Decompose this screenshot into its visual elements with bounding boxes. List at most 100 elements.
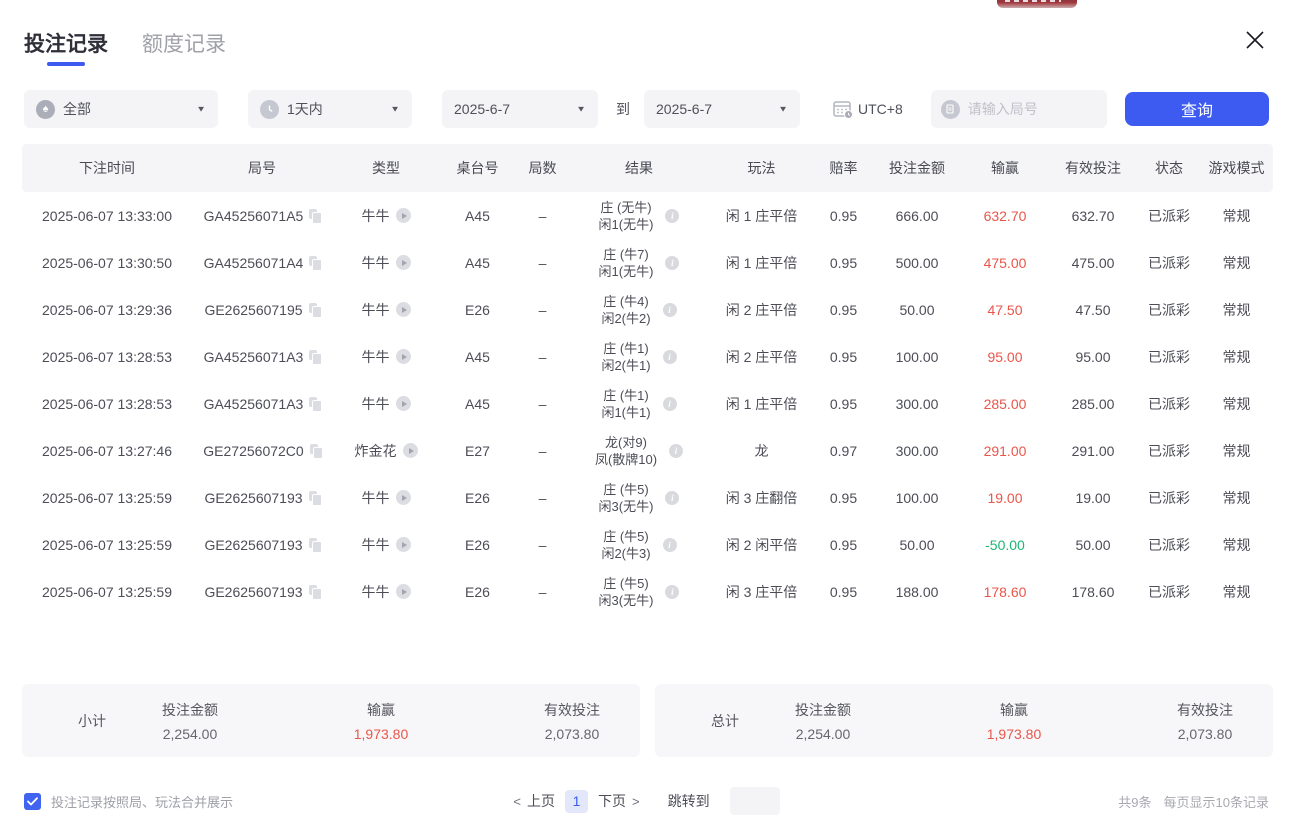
info-icon[interactable]: i — [665, 585, 679, 599]
jump-page-input[interactable] — [730, 787, 780, 815]
merge-checkbox[interactable] — [24, 793, 41, 810]
game-type-value: 牛牛 — [362, 300, 390, 320]
info-icon[interactable]: i — [663, 397, 677, 411]
bet-amount-cell: 300.00 — [872, 443, 962, 459]
result-text: 庄 (牛1) 闲2(牛1) — [601, 340, 650, 374]
game-type-value: 牛牛 — [362, 582, 390, 602]
round-id-cell: GE27256072C0 — [192, 443, 332, 459]
game-type-select[interactable]: ♠ 全部 ▼ — [24, 90, 218, 128]
game-type-value: 牛牛 — [362, 253, 390, 273]
current-page-button[interactable]: 1 — [565, 790, 588, 813]
bet-amount-cell: 188.00 — [872, 584, 962, 600]
result-cell: 庄 (牛4) 闲2(牛2) i — [570, 293, 708, 327]
game-type-value: 牛牛 — [362, 206, 390, 226]
win-loss-cell: 19.00 — [962, 490, 1048, 506]
copy-icon[interactable] — [309, 256, 320, 269]
col-header-round-id: 局号 — [192, 158, 332, 178]
game-type-cell: 牛牛 — [332, 206, 440, 226]
win-loss-value: 178.60 — [984, 584, 1027, 600]
play-video-icon[interactable] — [396, 537, 411, 552]
date-to-label: 到 — [616, 99, 630, 119]
play-video-icon[interactable] — [396, 302, 411, 317]
round-id-cell: GE2625607193 — [192, 490, 332, 506]
next-page-button[interactable]: 下页 > — [598, 791, 640, 811]
info-icon[interactable]: i — [663, 350, 677, 364]
copy-icon[interactable] — [309, 397, 320, 410]
clock-icon — [260, 100, 279, 119]
copy-icon[interactable] — [309, 350, 320, 363]
game-mode-cell: 常规 — [1200, 394, 1273, 414]
date-to-select[interactable]: 2025-6-7 ▼ — [644, 90, 800, 128]
info-icon[interactable]: i — [663, 538, 677, 552]
stat-value: 2,073.80 — [1177, 726, 1233, 742]
win-loss-cell: 291.00 — [962, 443, 1048, 459]
play-video-icon[interactable] — [403, 443, 418, 458]
win-loss-value: 632.70 — [984, 208, 1027, 224]
play-video-icon[interactable] — [396, 490, 411, 505]
round-id-cell: GA45256071A3 — [192, 396, 332, 412]
spade-icon: ♠ — [36, 100, 55, 119]
play-video-icon[interactable] — [396, 208, 411, 223]
date-from-select[interactable]: 2025-6-7 ▼ — [442, 90, 598, 128]
info-icon[interactable]: i — [665, 209, 679, 223]
prev-page-button[interactable]: < 上页 — [513, 791, 555, 811]
play-video-icon[interactable] — [396, 396, 411, 411]
result-text: 庄 (牛7) 闲1(无牛) — [599, 246, 654, 280]
rounds-cell: – — [515, 490, 570, 506]
date-from-value: 2025-6-7 — [454, 101, 510, 117]
odds-cell: 0.95 — [815, 302, 872, 318]
game-type-value: 牛牛 — [362, 488, 390, 508]
play-video-icon[interactable] — [396, 584, 411, 599]
valid-bet-cell: 291.00 — [1048, 443, 1138, 459]
odds-cell: 0.95 — [815, 396, 872, 412]
play-video-icon[interactable] — [396, 255, 411, 270]
round-number-input[interactable] — [968, 101, 1097, 117]
win-loss-value: 285.00 — [984, 396, 1027, 412]
table-no-cell: E26 — [440, 302, 515, 318]
table-row: 2025-06-07 13:27:46 GE27256072C0 炸金花 E27… — [22, 427, 1273, 474]
copy-icon[interactable] — [309, 209, 320, 222]
round-id-cell: GA45256071A3 — [192, 349, 332, 365]
prev-arrow-icon: < — [513, 794, 521, 809]
close-button[interactable] — [1241, 26, 1269, 54]
copy-icon[interactable] — [309, 491, 320, 504]
stat-value: 1,973.80 — [987, 726, 1042, 742]
copy-icon[interactable] — [309, 538, 320, 551]
table-row: 2025-06-07 13:28:53 GA45256071A3 牛牛 A45 … — [22, 380, 1273, 427]
game-mode-cell: 常规 — [1200, 253, 1273, 273]
copy-icon[interactable] — [309, 303, 320, 316]
game-type-cell: 牛牛 — [332, 535, 440, 555]
tab-quota-records[interactable]: 额度记录 — [142, 28, 226, 68]
result-cell: 庄 (牛1) 闲2(牛1) i — [570, 340, 708, 374]
round-id-cell: GA45256071A5 — [192, 208, 332, 224]
round-id-value: GA45256071A3 — [204, 396, 304, 412]
table-no-cell: A45 — [440, 396, 515, 412]
info-icon[interactable]: i — [665, 256, 679, 270]
tab-bet-records[interactable]: 投注记录 — [24, 28, 108, 68]
valid-bet-cell: 95.00 — [1048, 349, 1138, 365]
game-type-cell: 牛牛 — [332, 300, 440, 320]
merge-checkbox-label: 投注记录按照局、玩法合并展示 — [51, 792, 233, 811]
play-video-icon[interactable] — [396, 349, 411, 364]
info-icon[interactable]: i — [669, 444, 683, 458]
chevron-down-icon: ▼ — [390, 105, 400, 114]
check-icon — [27, 797, 38, 806]
win-loss-cell: 95.00 — [962, 349, 1048, 365]
info-icon[interactable]: i — [665, 491, 679, 505]
time-range-select[interactable]: 1天内 ▼ — [248, 90, 412, 128]
search-button[interactable]: 查询 — [1125, 92, 1269, 126]
result-text: 庄 (牛4) 闲2(牛2) — [601, 293, 650, 327]
round-number-field — [931, 90, 1107, 128]
copy-icon[interactable] — [309, 585, 320, 598]
copy-icon[interactable] — [310, 444, 321, 457]
result-text: 庄 (无牛) 闲1(无牛) — [599, 199, 654, 233]
game-type-cell: 牛牛 — [332, 488, 440, 508]
win-loss-value: 475.00 — [984, 255, 1027, 271]
background-logo — [997, 0, 1077, 8]
col-header-win-loss: 输赢 — [962, 158, 1048, 178]
bet-amount-cell: 666.00 — [872, 208, 962, 224]
info-icon[interactable]: i — [663, 303, 677, 317]
bet-amount-cell: 100.00 — [872, 490, 962, 506]
round-id-cell: GE2625607193 — [192, 537, 332, 553]
odds-cell: 0.95 — [815, 537, 872, 553]
